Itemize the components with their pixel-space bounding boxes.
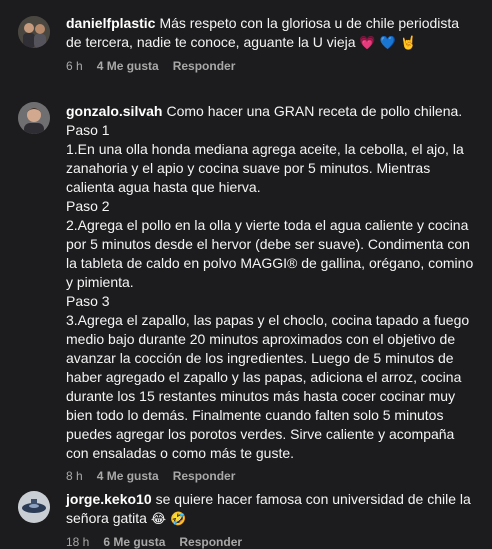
emoji-group: 💗 💙 🤘 — [359, 36, 417, 51]
reply-button[interactable]: Responder — [173, 469, 236, 483]
likes-count[interactable]: 6 Me gusta — [103, 535, 165, 549]
comment-meta: 8 h 4 Me gusta Responder — [66, 469, 474, 483]
emoji-group: 😂 🤣 — [150, 512, 187, 527]
comment-time: 6 h — [66, 59, 83, 73]
likes-count[interactable]: 4 Me gusta — [97, 59, 159, 73]
avatar[interactable] — [18, 16, 50, 48]
comment-username[interactable]: danielfplastic — [66, 15, 155, 31]
comment-text: jorge.keko10 se quiere hacer famosa con u… — [66, 490, 474, 529]
comment-body: Como hacer una GRAN receta de pollo chil… — [66, 103, 474, 461]
comment-text: danielfplastic Más respeto con la glorios… — [66, 14, 474, 53]
comment-text: gonzalo.silvah Como hacer una GRAN receta… — [66, 102, 474, 463]
comment-time: 8 h — [66, 469, 83, 483]
likes-count[interactable]: 4 Me gusta — [97, 469, 159, 483]
comment-meta: 18 h 6 Me gusta Responder — [66, 535, 474, 549]
reply-button[interactable]: Responder — [173, 59, 236, 73]
avatar[interactable] — [18, 491, 50, 523]
avatar[interactable] — [18, 102, 50, 134]
comment-username[interactable]: gonzalo.silvah — [66, 103, 162, 119]
comment-time: 18 h — [66, 535, 90, 549]
comment-username[interactable]: jorge.keko10 — [66, 491, 152, 507]
reply-button[interactable]: Responder — [179, 535, 242, 549]
comment-meta: 6 h 4 Me gusta Responder — [66, 59, 474, 73]
